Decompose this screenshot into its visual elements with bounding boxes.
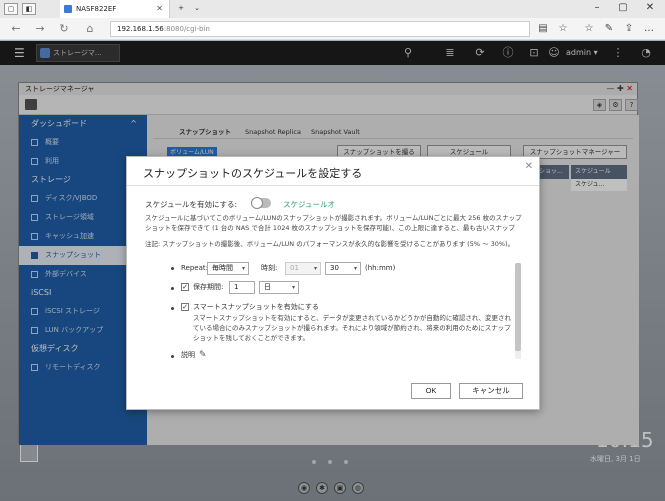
more-icon[interactable]: … bbox=[642, 22, 656, 36]
toggle-knob bbox=[251, 197, 263, 209]
tab-preview-icon[interactable]: ◧ bbox=[22, 3, 36, 15]
bullet bbox=[171, 307, 174, 310]
bullet bbox=[171, 267, 174, 270]
repeat-value: 毎時間 bbox=[212, 264, 233, 272]
bullet bbox=[171, 287, 174, 290]
ok-button[interactable]: OK bbox=[411, 383, 451, 399]
dialog-title: スナップショットのスケジュールを設定する bbox=[143, 167, 363, 180]
schedule-description: スケジュールに基づいてこのボリューム/LUNのスナップショットが撮影されます。ボ… bbox=[145, 214, 522, 232]
web-note-icon[interactable]: ✎ bbox=[602, 22, 616, 36]
tab-list-icon[interactable]: ⌄ bbox=[190, 3, 204, 15]
forward-icon[interactable]: → bbox=[32, 22, 48, 36]
chevron-down-icon: ▾ bbox=[241, 265, 245, 272]
close-window-icon[interactable]: ✕ bbox=[637, 0, 663, 18]
favorites-hub-icon[interactable]: ☆ bbox=[582, 22, 596, 36]
settings-scrollbar[interactable] bbox=[515, 263, 521, 359]
retention-input[interactable]: 1 bbox=[229, 281, 255, 294]
retention-unit-select[interactable]: 日 ▾ bbox=[259, 281, 299, 294]
retention-checkbox[interactable]: ✓ bbox=[181, 283, 189, 291]
tab-favicon-icon bbox=[64, 5, 72, 13]
browser-tab[interactable]: NASF822EF ✕ bbox=[60, 0, 170, 18]
time-unit: (hh:mm) bbox=[365, 264, 396, 272]
description-label: 説明 bbox=[181, 351, 195, 359]
bullet bbox=[171, 355, 174, 358]
enable-schedule-link[interactable]: スケジュールオ bbox=[283, 199, 335, 210]
hour-select: 01 ▾ bbox=[285, 262, 321, 275]
retention-label: 保存期間: bbox=[193, 283, 224, 291]
retention-unit: 日 bbox=[264, 283, 271, 291]
close-icon[interactable]: ✕ bbox=[525, 161, 533, 172]
address-bar: ← → ↻ ⌂ 192.168.1.56:8080/cgi-bin ▤ ☆ ☆ … bbox=[0, 18, 665, 40]
chevron-down-icon: ▾ bbox=[313, 265, 317, 272]
snapshot-schedule-dialog: スナップショットのスケジュールを設定する ✕ スケジュールを有効にする: スケジ… bbox=[126, 156, 540, 410]
smart-snapshot-checkbox[interactable]: ✓ bbox=[181, 303, 189, 311]
tab-manage-icon[interactable]: ▢ bbox=[4, 3, 18, 15]
dialog-divider bbox=[127, 185, 539, 186]
chevron-down-icon: ▾ bbox=[353, 265, 357, 272]
smart-snapshot-label: スマートスナップショットを有効にする bbox=[193, 303, 319, 311]
hour-value: 01 bbox=[290, 264, 299, 272]
home-icon[interactable]: ⌂ bbox=[82, 22, 98, 36]
url-input[interactable]: 192.168.1.56:8080/cgi-bin bbox=[110, 21, 530, 37]
reading-view-icon[interactable]: ▤ bbox=[536, 22, 550, 36]
repeat-label: Repeat: bbox=[181, 264, 208, 272]
close-tab-icon[interactable]: ✕ bbox=[156, 0, 163, 18]
minute-select[interactable]: 30 ▾ bbox=[325, 262, 361, 275]
schedule-note: 注記: スナップショットの撮影後、ボリューム/LUN のパフォーマンスが永久的な… bbox=[145, 240, 515, 248]
cancel-button[interactable]: キャンセル bbox=[459, 383, 523, 399]
url-path: :8080/cgi-bin bbox=[163, 25, 210, 33]
new-tab-icon[interactable]: + bbox=[174, 3, 188, 15]
tab-title: NASF822EF bbox=[76, 5, 117, 13]
time-label: 時刻: bbox=[261, 264, 278, 272]
repeat-select[interactable]: 毎時間 ▾ bbox=[207, 262, 249, 275]
edit-icon[interactable]: ✎ bbox=[199, 351, 208, 360]
browser-tab-bar: ▢ ◧ NASF822EF ✕ + ⌄ – ▢ ✕ bbox=[0, 0, 665, 18]
url-host: 192.168.1.56 bbox=[117, 25, 164, 33]
minimize-window-icon[interactable]: – bbox=[584, 0, 610, 18]
enable-schedule-label: スケジュールを有効にする: bbox=[145, 200, 238, 209]
back-icon[interactable]: ← bbox=[8, 22, 24, 36]
chevron-down-icon: ▾ bbox=[291, 284, 295, 291]
maximize-window-icon[interactable]: ▢ bbox=[610, 0, 636, 18]
schedule-settings: Repeat: 毎時間 ▾ 時刻: 01 ▾ 30 ▾ (hh:mm) ✓ 保存期間:… bbox=[165, 257, 525, 363]
share-icon[interactable]: ⇪ bbox=[622, 22, 636, 36]
refresh-icon[interactable]: ↻ bbox=[56, 22, 72, 36]
minute-value: 30 bbox=[330, 264, 339, 272]
enable-schedule-toggle[interactable] bbox=[251, 197, 271, 209]
favorite-icon[interactable]: ☆ bbox=[556, 22, 570, 36]
smart-snapshot-description: スマートスナップショットを有効にすると、データが変更されているかどうかが自動的に… bbox=[193, 314, 511, 342]
scrollbar-thumb[interactable] bbox=[515, 263, 521, 351]
